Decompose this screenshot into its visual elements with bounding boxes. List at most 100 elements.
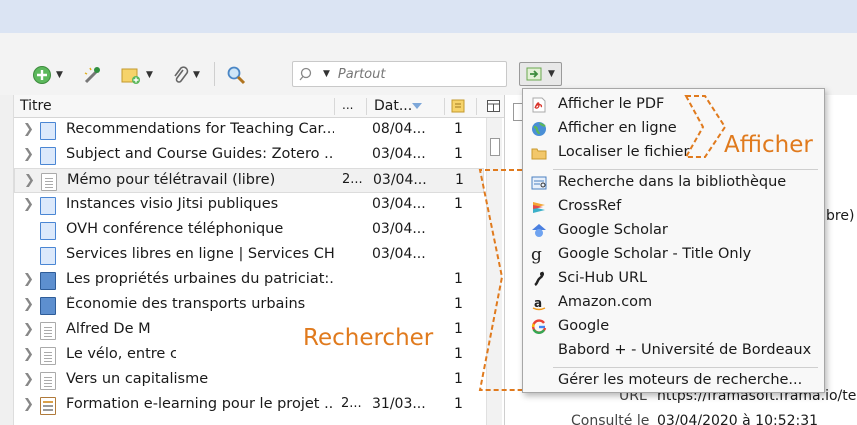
expand-chevron-icon[interactable]: ❯ [23,397,34,412]
webpage-icon [40,247,56,265]
table-row[interactable]: Services libres en ligne | Services CH..… [14,243,484,268]
row-title: Services libres en ligne | Services CH..… [66,246,334,262]
row-date: 03/04... [373,172,427,188]
row-date: 08/04... [372,121,426,137]
collections-pane-edge[interactable] [0,95,14,425]
column-separator [366,98,367,115]
expand-chevron-icon[interactable]: ❯ [23,372,34,387]
row-notes: 1 [454,146,463,162]
row-notes: 1 [454,271,463,287]
add-attachment-button[interactable]: ▼ [171,64,200,86]
row-notes: 1 [454,121,463,137]
row-notes: 1 [454,346,463,362]
note-icon [121,68,140,84]
chevron-down-icon: ▼ [548,69,555,79]
add-icon [33,66,51,84]
row-title: Mémo pour télétravail (libre) [67,172,276,188]
row-date: 03/04... [372,221,426,237]
search-input[interactable]: ▼ Partout [292,61,507,87]
row-creator: 2... [342,172,363,187]
menu-item-google[interactable]: Google [523,315,824,339]
arrow-right-icon [526,67,542,81]
menu-item-library-lookup[interactable]: Recherche dans la bibliothèque [523,171,824,195]
paperclip-icon [174,66,189,83]
row-notes: 1 [454,296,463,312]
document-icon [40,347,56,365]
menu-item-view-pdf[interactable]: Afficher le PDF [523,93,824,117]
column-separator [444,98,445,115]
expand-chevron-icon[interactable]: ❯ [23,347,34,362]
table-row[interactable]: ❯ Les propriétés urbaines du patriciat:.… [14,268,484,293]
menu-item-scihub[interactable]: Sci-Hub URL [523,267,824,291]
table-row[interactable]: ❯ Vers un capitalisme 1 [14,368,484,393]
library-search-icon [531,176,547,190]
advanced-search-button[interactable] [226,64,246,86]
expand-chevron-icon[interactable]: ❯ [23,122,34,137]
webpage-icon [40,197,56,215]
menu-item-crossref[interactable]: CrossRef [523,195,824,219]
search-mode-dropdown-icon[interactable]: ▼ [323,69,330,79]
expand-chevron-icon[interactable]: ❯ [23,147,34,162]
new-note-button[interactable]: ▼ [120,64,153,86]
webpage-icon [40,222,56,240]
table-row[interactable]: ❯ Économie des transports urbains 1 [14,293,484,318]
table-row[interactable]: OVH conférence téléphonique 03/04... [14,218,484,243]
row-title: Économie des transports urbains [66,296,306,312]
sort-descending-icon [412,103,422,109]
afficher-annotation: Afficher [724,132,813,158]
column-header-row: Titre ... Dat... [14,95,504,118]
expand-chevron-icon[interactable]: ❯ [23,272,34,287]
notes-column-icon[interactable] [451,99,465,113]
row-title: Alfred De M [66,321,151,337]
table-row-selected[interactable]: ❯ Mémo pour télétravail (libre) 2... 03/… [14,168,484,193]
scihub-icon [534,271,544,286]
row-title: Vers un capitalisme [66,371,209,387]
magnifier-icon [227,66,246,85]
expand-chevron-icon[interactable]: ❯ [23,322,34,337]
expand-chevron-icon[interactable]: ❯ [23,297,34,312]
row-title: Recommendations for Teaching Car... [66,121,334,137]
menu-item-google-scholar-title[interactable]: g Google Scholar - Title Only [523,243,824,267]
menu-item-google-scholar[interactable]: Google Scholar [523,219,824,243]
row-notes: 1 [454,396,463,412]
row-title: Instances visio Jitsi publiques [66,196,279,212]
menu-item-babord[interactable]: Babord + - Université de Bordeaux [523,339,824,363]
new-item-button[interactable]: ▼ [32,64,63,86]
menu-item-amazon[interactable]: a Amazon.com [523,291,824,315]
folder-icon [531,148,547,160]
row-date: 03/04... [372,196,426,212]
add-by-identifier-button[interactable] [82,64,102,86]
row-title: Subject and Course Guides: Zotero ... [66,146,334,162]
table-row[interactable]: ❯ Instances visio Jitsi publiques 03/04.… [14,193,484,218]
row-notes: 1 [455,172,464,188]
expand-chevron-icon[interactable]: ❯ [24,173,35,188]
scrollbar-thumb[interactable] [490,138,500,156]
column-picker-icon[interactable] [487,100,500,112]
search-icon [299,67,312,81]
report-icon [40,397,56,415]
chevron-down-icon: ▼ [146,70,153,80]
row-date: 03/04... [372,146,426,162]
scholar-title-icon: g [531,245,542,265]
column-separator [476,98,477,115]
menu-item-manage-engines[interactable]: Gérer les moteurs de recherche... [523,369,824,393]
column-title[interactable]: Titre [20,98,52,114]
rechercher-annotation: Rechercher [303,325,434,351]
row-notes: 1 [454,196,463,212]
globe-icon [532,122,546,136]
scholar-icon [532,224,546,237]
amazon-icon: a [532,296,546,311]
column-date[interactable]: Dat... [374,98,412,114]
locate-button[interactable]: ▼ [519,62,562,86]
table-row[interactable]: ❯ Formation e-learning pour le projet ..… [14,393,484,418]
column-creator[interactable]: ... [342,98,353,112]
expand-chevron-icon[interactable]: ❯ [23,197,34,212]
search-placeholder: Partout [337,66,386,82]
magic-wand-icon [84,67,100,84]
chevron-down-icon: ▼ [56,70,63,80]
document-icon [40,322,56,340]
webpage-icon [40,122,56,140]
table-row[interactable]: ❯ Recommendations for Teaching Car... 08… [14,118,484,143]
table-row[interactable]: ❯ Subject and Course Guides: Zotero ... … [14,143,484,168]
chevron-down-icon: ▼ [193,70,200,80]
